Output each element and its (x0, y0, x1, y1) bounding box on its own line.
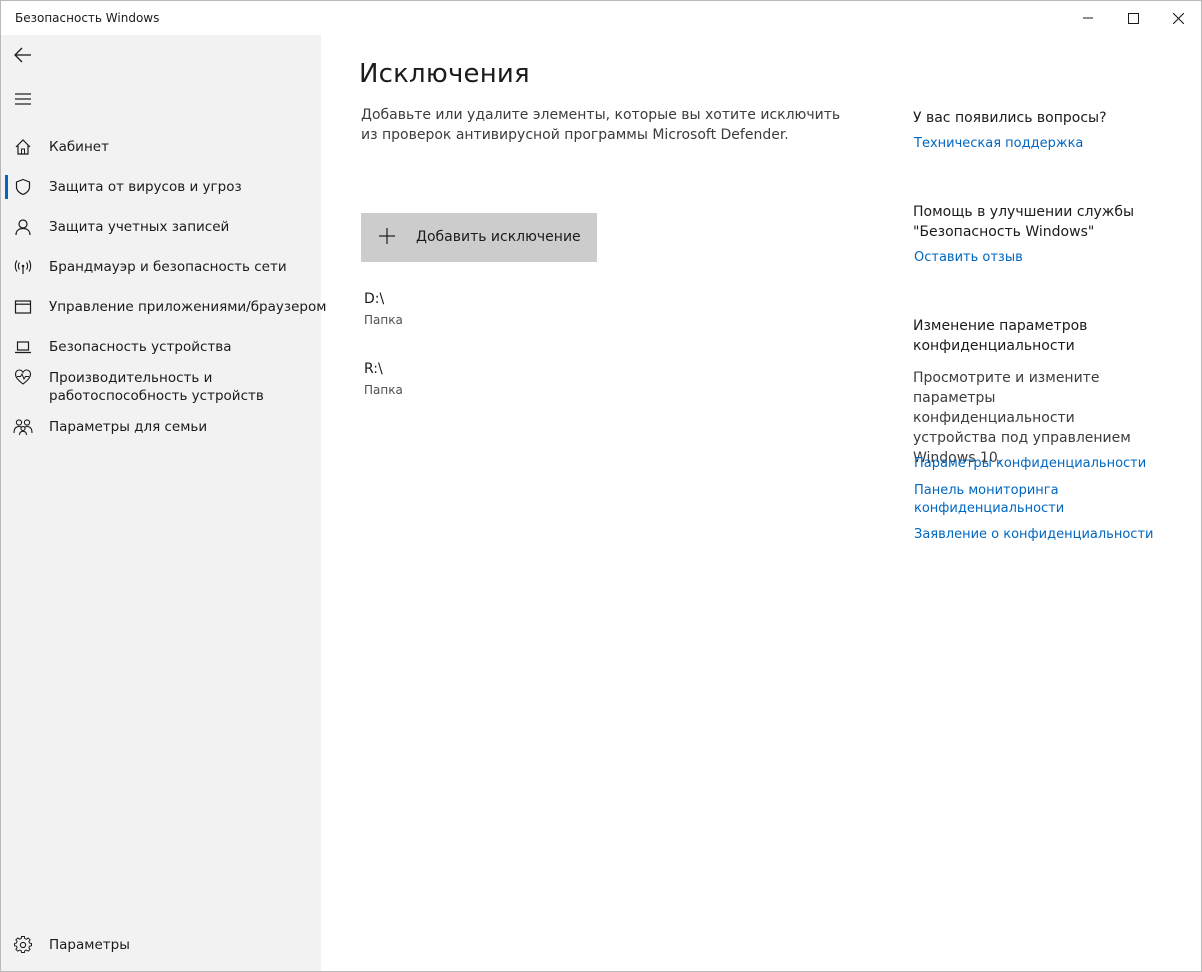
privacy-dashboard-link[interactable]: Панель мониторинга конфиденциальности (914, 482, 1084, 518)
sidebar-item-device-security[interactable]: Безопасность устройства (1, 335, 321, 359)
add-exclusion-button[interactable]: Добавить исключение (361, 213, 597, 262)
plus-icon (379, 228, 395, 244)
antenna-icon (13, 257, 33, 277)
sidebar-item-label: Кабинет (49, 139, 109, 155)
active-indicator (5, 175, 8, 199)
back-arrow-icon (14, 47, 31, 63)
maximize-icon (1127, 12, 1139, 24)
page-title: Исключения (359, 59, 530, 89)
privacy-heading: Изменение параметров конфиденциальности (913, 318, 1088, 354)
back-button[interactable] (1, 35, 45, 75)
feedback-link[interactable]: Оставить отзыв (914, 249, 1164, 267)
maximize-button[interactable] (1110, 1, 1156, 35)
sidebar-item-label: Брандмауэр и безопасность сети (49, 259, 287, 275)
questions-heading: У вас появились вопросы? (913, 110, 1107, 126)
app-window-icon (13, 297, 33, 317)
shield-icon (13, 177, 33, 197)
main-content: Исключения Добавьте или удалите элементы… (321, 35, 881, 971)
heart-pulse-icon (13, 367, 33, 387)
sidebar-item-app-browser-control[interactable]: Управление приложениями/браузером (1, 295, 326, 319)
sidebar: Кабинет Защита от вирусов и угроз Защита… (1, 35, 326, 971)
privacy-settings-link[interactable]: Параметры конфиденциальности (914, 455, 1164, 473)
app-window: Безопасность Windows Кабинет Защита от в… (0, 0, 1202, 972)
sidebar-item-label: Параметры (49, 937, 130, 953)
hamburger-icon (15, 93, 31, 105)
sidebar-item-label: Защита учетных записей (49, 219, 230, 235)
sidebar-item-family-options[interactable]: Параметры для семьи (1, 415, 321, 439)
sidebar-item-label: Безопасность устройства (49, 339, 232, 355)
exclusion-item[interactable]: D:\ Папка (364, 290, 664, 328)
minimize-icon (1083, 17, 1093, 19)
laptop-icon (13, 337, 33, 357)
person-icon (13, 217, 33, 237)
exclusion-type: Папка (364, 313, 403, 327)
sidebar-item-home[interactable]: Кабинет (1, 135, 321, 159)
gear-icon (13, 935, 33, 955)
window-title: Безопасность Windows (15, 11, 160, 25)
add-exclusion-label: Добавить исключение (416, 229, 581, 245)
page-description: Добавьте или удалите элементы, которые в… (361, 107, 841, 143)
sidebar-item-label: Защита от вирусов и угроз (49, 179, 242, 195)
sidebar-item-virus-protection[interactable]: Защита от вирусов и угроз (1, 175, 321, 199)
sidebar-item-settings[interactable]: Параметры (1, 933, 321, 957)
home-icon (13, 137, 33, 157)
sidebar-item-firewall[interactable]: Брандмауэр и безопасность сети (1, 255, 321, 279)
sidebar-item-label: Производительность и работоспособность у… (49, 370, 264, 404)
privacy-statement-link[interactable]: Заявление о конфиденциальности (914, 526, 1164, 544)
exclusion-item[interactable]: R:\ Папка (364, 360, 664, 398)
sidebar-item-label: Параметры для семьи (49, 419, 208, 435)
family-icon (13, 417, 33, 437)
close-icon (1172, 12, 1184, 24)
exclusion-path: R:\ (364, 361, 383, 377)
support-link[interactable]: Техническая поддержка (914, 135, 1164, 153)
privacy-description: Просмотрите и измените параметры конфиде… (913, 370, 1131, 466)
exclusion-path: D:\ (364, 291, 385, 307)
minimize-button[interactable] (1065, 1, 1111, 35)
help-panel: У вас появились вопросы? Техническая под… (913, 35, 1183, 635)
sidebar-item-label: Управление приложениями/браузером (49, 299, 327, 315)
title-bar: Безопасность Windows (1, 1, 1201, 35)
sidebar-item-account-protection[interactable]: Защита учетных записей (1, 215, 321, 239)
close-button[interactable] (1155, 1, 1201, 35)
sidebar-item-device-performance[interactable]: Производительность и работоспособность у… (1, 367, 321, 407)
feedback-heading: Помощь в улучшении службы "Безопасность … (913, 204, 1135, 240)
exclusion-type: Папка (364, 383, 403, 397)
menu-button[interactable] (1, 79, 45, 119)
